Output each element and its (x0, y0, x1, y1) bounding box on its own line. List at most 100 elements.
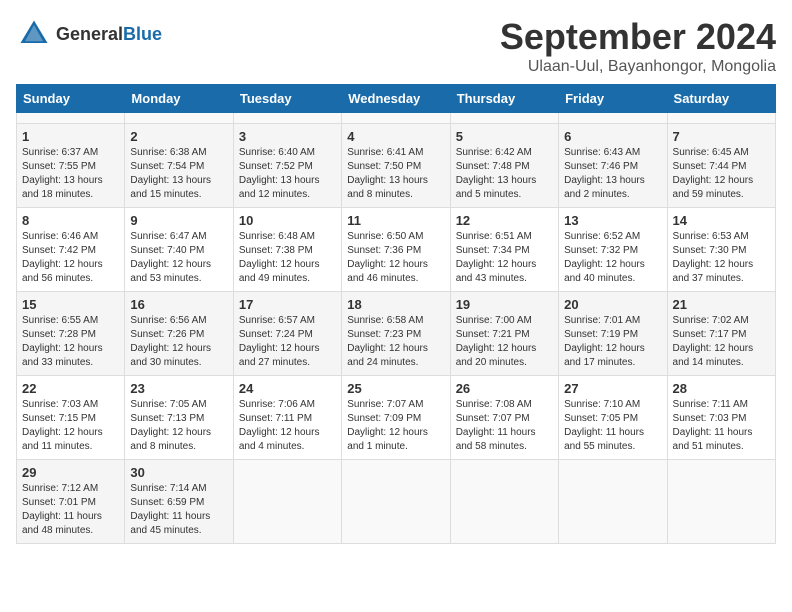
day-number: 6 (564, 129, 661, 144)
cell-details: Sunrise: 6:43 AMSunset: 7:46 PMDaylight:… (564, 146, 661, 202)
header-friday: Friday (559, 85, 667, 113)
table-row: 20Sunrise: 7:01 AMSunset: 7:19 PMDayligh… (559, 292, 667, 376)
cell-details: Sunrise: 6:45 AMSunset: 7:44 PMDaylight:… (673, 146, 770, 202)
logo-blue-text: Blue (123, 24, 162, 44)
day-number: 10 (239, 213, 336, 228)
day-number: 26 (456, 381, 553, 396)
day-number: 8 (22, 213, 119, 228)
header-saturday: Saturday (667, 85, 775, 113)
day-number: 11 (347, 213, 444, 228)
table-row: 24Sunrise: 7:06 AMSunset: 7:11 PMDayligh… (233, 376, 341, 460)
table-row: 21 Sunrise: 7:02 AMSunset: 7:17 PMDayligh… (667, 292, 775, 376)
day-number: 4 (347, 129, 444, 144)
table-row: 13 Sunrise: 6:52 AMSunset: 7:32 PMDayligh… (559, 208, 667, 292)
table-row: 3 Sunrise: 6:40 AMSunset: 7:52 PMDaylight… (233, 124, 341, 208)
day-number: 9 (130, 213, 227, 228)
cell-details: Sunrise: 6:41 AMSunset: 7:50 PMDaylight:… (347, 146, 444, 202)
header-monday: Monday (125, 85, 233, 113)
day-number: 30 (130, 465, 227, 480)
cell-details: Sunrise: 6:42 AMSunset: 7:48 PMDaylight:… (456, 146, 553, 202)
table-row: 17Sunrise: 6:57 AMSunset: 7:24 PMDayligh… (233, 292, 341, 376)
table-row: 5Sunrise: 6:42 AMSunset: 7:48 PMDaylight… (450, 124, 558, 208)
table-row: 27Sunrise: 7:10 AMSunset: 7:05 PMDayligh… (559, 376, 667, 460)
table-row: 11Sunrise: 6:50 AMSunset: 7:36 PMDayligh… (342, 208, 450, 292)
logo-icon (16, 16, 52, 52)
cell-details: Sunrise: 7:00 AMSunset: 7:21 PMDaylight:… (456, 314, 553, 370)
table-row: 29Sunrise: 7:12 AMSunset: 7:01 PMDayligh… (17, 460, 125, 544)
title-block: September 2024 Ulaan-Uul, Bayanhongor, M… (500, 16, 776, 76)
calendar-week-row: 1Sunrise: 6:37 AMSunset: 7:55 PMDaylight… (17, 124, 776, 208)
calendar-week-row (17, 113, 776, 124)
table-row: 12 Sunrise: 6:51 AMSunset: 7:34 PMDayligh… (450, 208, 558, 292)
day-number: 20 (564, 297, 661, 312)
day-number: 16 (130, 297, 227, 312)
day-number: 14 (673, 213, 770, 228)
table-row: 8 Sunrise: 6:46 AMSunset: 7:42 PMDaylight… (17, 208, 125, 292)
page-header: GeneralBlue September 2024 Ulaan-Uul, Ba… (16, 16, 776, 76)
cell-details: Sunrise: 6:52 AMSunset: 7:32 PMDaylight:… (564, 230, 661, 286)
table-row: 2 Sunrise: 6:38 AMSunset: 7:54 PMDaylight… (125, 124, 233, 208)
table-row (233, 113, 341, 124)
table-row: 6 Sunrise: 6:43 AMSunset: 7:46 PMDaylight… (559, 124, 667, 208)
cell-details: Sunrise: 7:05 AMSunset: 7:13 PMDaylight:… (130, 398, 227, 454)
table-row: 16Sunrise: 6:56 AMSunset: 7:26 PMDayligh… (125, 292, 233, 376)
table-row (559, 460, 667, 544)
table-row: 9 Sunrise: 6:47 AMSunset: 7:40 PMDaylight… (125, 208, 233, 292)
table-row: 22 Sunrise: 7:03 AMSunset: 7:15 PMDayligh… (17, 376, 125, 460)
table-row (667, 460, 775, 544)
cell-details: Sunrise: 7:03 AMSunset: 7:15 PMDaylight:… (22, 398, 119, 454)
day-number: 18 (347, 297, 444, 312)
calendar-header-row: Sunday Monday Tuesday Wednesday Thursday… (17, 85, 776, 113)
day-number: 15 (22, 297, 119, 312)
cell-details: Sunrise: 6:40 AMSunset: 7:52 PMDaylight:… (239, 146, 336, 202)
table-row: 1Sunrise: 6:37 AMSunset: 7:55 PMDaylight… (17, 124, 125, 208)
cell-details: Sunrise: 6:46 AMSunset: 7:42 PMDaylight:… (22, 230, 119, 286)
table-row (125, 113, 233, 124)
logo: GeneralBlue (16, 16, 162, 52)
cell-details: Sunrise: 7:14 AMSunset: 6:59 PMDaylight:… (130, 482, 227, 538)
calendar-week-row: 22 Sunrise: 7:03 AMSunset: 7:15 PMDayligh… (17, 376, 776, 460)
day-number: 3 (239, 129, 336, 144)
day-number: 7 (673, 129, 770, 144)
cell-details: Sunrise: 7:02 AMSunset: 7:17 PMDaylight:… (673, 314, 770, 370)
cell-details: Sunrise: 6:48 AMSunset: 7:38 PMDaylight:… (239, 230, 336, 286)
day-number: 23 (130, 381, 227, 396)
cell-details: Sunrise: 7:07 AMSunset: 7:09 PMDaylight:… (347, 398, 444, 454)
day-number: 22 (22, 381, 119, 396)
day-number: 12 (456, 213, 553, 228)
table-row: 30 Sunrise: 7:14 AMSunset: 6:59 PMDayligh… (125, 460, 233, 544)
day-number: 25 (347, 381, 444, 396)
table-row: 7 Sunrise: 6:45 AMSunset: 7:44 PMDaylight… (667, 124, 775, 208)
day-number: 28 (673, 381, 770, 396)
table-row: 23 Sunrise: 7:05 AMSunset: 7:13 PMDayligh… (125, 376, 233, 460)
cell-details: Sunrise: 6:47 AMSunset: 7:40 PMDaylight:… (130, 230, 227, 286)
cell-details: Sunrise: 6:37 AMSunset: 7:55 PMDaylight:… (22, 146, 119, 202)
table-row (450, 460, 558, 544)
table-row: 28 Sunrise: 7:11 AMSunset: 7:03 PMDayligh… (667, 376, 775, 460)
table-row (17, 113, 125, 124)
month-year-title: September 2024 (500, 16, 776, 58)
table-row (450, 113, 558, 124)
cell-details: Sunrise: 7:11 AMSunset: 7:03 PMDaylight:… (673, 398, 770, 454)
calendar-table: Sunday Monday Tuesday Wednesday Thursday… (16, 84, 776, 544)
table-row (667, 113, 775, 124)
table-row: 4 Sunrise: 6:41 AMSunset: 7:50 PMDaylight… (342, 124, 450, 208)
table-row: 18 Sunrise: 6:58 AMSunset: 7:23 PMDayligh… (342, 292, 450, 376)
table-row: 14 Sunrise: 6:53 AMSunset: 7:30 PMDayligh… (667, 208, 775, 292)
day-number: 13 (564, 213, 661, 228)
table-row: 10 Sunrise: 6:48 AMSunset: 7:38 PMDayligh… (233, 208, 341, 292)
table-row (342, 113, 450, 124)
cell-details: Sunrise: 6:55 AMSunset: 7:28 PMDaylight:… (22, 314, 119, 370)
cell-details: Sunrise: 6:58 AMSunset: 7:23 PMDaylight:… (347, 314, 444, 370)
table-row (559, 113, 667, 124)
table-row (342, 460, 450, 544)
day-number: 2 (130, 129, 227, 144)
day-number: 24 (239, 381, 336, 396)
day-number: 21 (673, 297, 770, 312)
cell-details: Sunrise: 6:38 AMSunset: 7:54 PMDaylight:… (130, 146, 227, 202)
header-thursday: Thursday (450, 85, 558, 113)
cell-details: Sunrise: 6:57 AMSunset: 7:24 PMDaylight:… (239, 314, 336, 370)
cell-details: Sunrise: 6:53 AMSunset: 7:30 PMDaylight:… (673, 230, 770, 286)
table-row: 26Sunrise: 7:08 AMSunset: 7:07 PMDayligh… (450, 376, 558, 460)
cell-details: Sunrise: 6:51 AMSunset: 7:34 PMDaylight:… (456, 230, 553, 286)
